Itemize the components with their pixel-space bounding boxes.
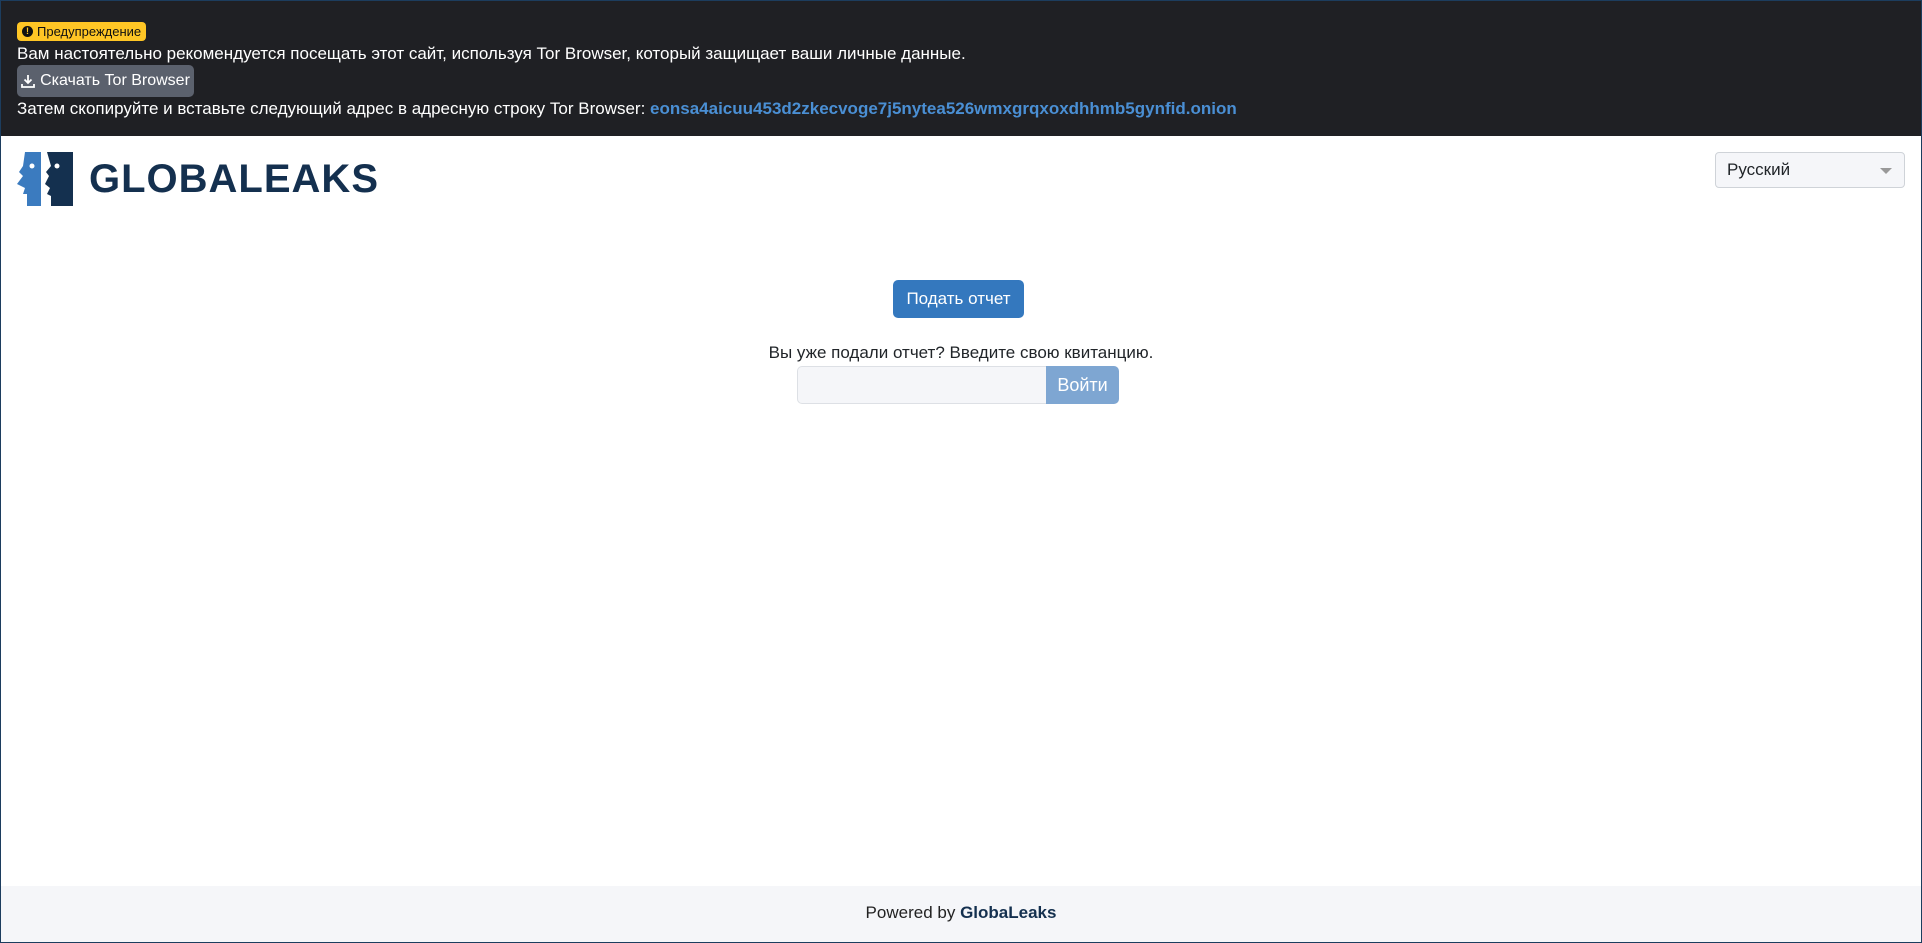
receipt-input[interactable]	[797, 366, 1046, 404]
chevron-down-icon	[1880, 168, 1892, 174]
globaleaks-logo[interactable]: GLOBALEAKS	[17, 150, 379, 208]
logo-text: GLOBALEAKS	[89, 156, 379, 201]
warning-badge: ! Предупреждение	[17, 22, 147, 41]
submit-report-button[interactable]: Подать отчет	[893, 280, 1024, 318]
language-selected: Русский	[1727, 160, 1791, 179]
instruction-text: Затем скопируйте и вставьте следующий ад…	[17, 99, 646, 118]
globaleaks-link[interactable]: GlobaLeaks	[960, 903, 1056, 922]
onion-instruction: Затем скопируйте и вставьте следующий ад…	[17, 99, 1237, 119]
download-tor-label: Скачать Tor Browser	[40, 72, 190, 89]
download-icon	[21, 75, 35, 88]
warning-badge-label: Предупреждение	[37, 24, 142, 39]
receipt-prompt: Вы уже подали отчет? Введите свою квитан…	[768, 343, 1154, 362]
footer: Powered by GlobaLeaks	[1, 886, 1921, 942]
onion-address-link[interactable]: eonsa4aicuu453d2zkecvoge7j5nytea526wmxgr…	[650, 99, 1237, 118]
download-tor-button[interactable]: Скачать Tor Browser	[17, 65, 194, 97]
globaleaks-faces-icon	[17, 152, 73, 206]
tor-recommendation: Вам настоятельно рекомендуется посещать …	[17, 44, 966, 63]
language-select[interactable]: Русский	[1715, 152, 1905, 188]
tor-warning-banner: ! Предупреждение Вам настоятельно рекомен…	[1, 1, 1921, 136]
footer-prefix: Powered by	[865, 903, 956, 922]
page-frame	[0, 0, 1922, 943]
exclamation-icon: !	[22, 26, 33, 37]
login-button[interactable]: Войти	[1046, 366, 1119, 404]
